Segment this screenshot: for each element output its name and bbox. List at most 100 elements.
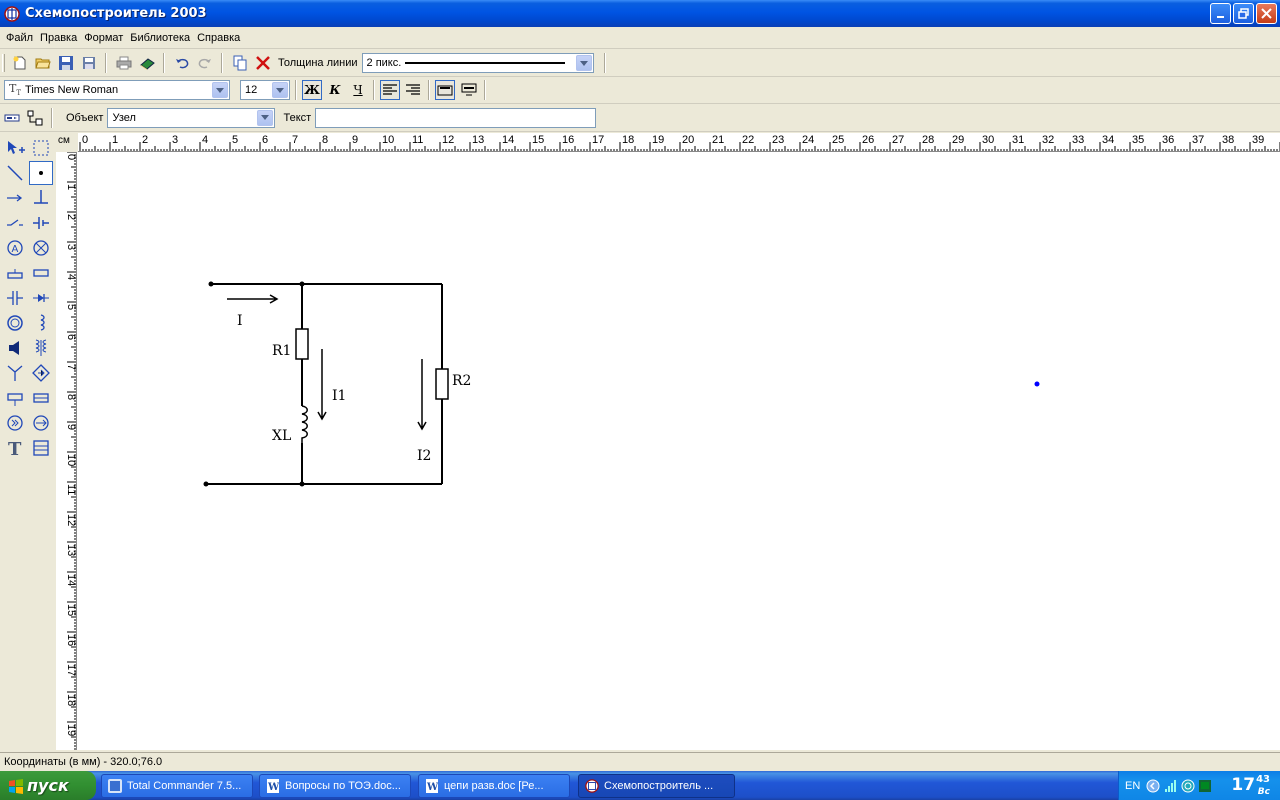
resistor-r2[interactable] — [435, 368, 449, 400]
speaker-tool[interactable] — [3, 336, 27, 360]
redo-button[interactable] — [193, 52, 216, 74]
menu-library[interactable]: Библиотека — [127, 32, 193, 44]
chevron-down-icon[interactable] — [212, 82, 228, 98]
print-button[interactable] — [112, 52, 135, 74]
save-button[interactable] — [54, 52, 77, 74]
task-label: Total Commander 7.5... — [127, 780, 242, 792]
object-select[interactable]: Узел — [107, 107, 276, 128]
resistor-tool[interactable] — [29, 261, 53, 285]
chevron-down-icon[interactable] — [272, 82, 288, 98]
align-left-button[interactable] — [380, 80, 400, 100]
ammeter-tool[interactable]: A — [3, 236, 27, 260]
delete-button[interactable] — [251, 52, 274, 74]
restore-button[interactable] — [1233, 3, 1254, 24]
clock[interactable]: 17 43 Вс — [1231, 775, 1270, 798]
fuse-tool[interactable] — [3, 261, 27, 285]
capacitor-tool[interactable] — [3, 286, 27, 310]
motor-icon — [7, 315, 23, 331]
inductor-xl[interactable] — [301, 405, 308, 443]
object-props-button[interactable] — [0, 107, 23, 129]
label-i2[interactable]: I2 — [417, 448, 431, 464]
network-icon[interactable] — [1181, 779, 1195, 793]
label-i[interactable]: I — [237, 313, 243, 329]
line-tool[interactable] — [3, 161, 27, 185]
resistor-r1[interactable] — [295, 328, 309, 360]
transformer-tool[interactable] — [29, 336, 53, 360]
library-button[interactable] — [135, 52, 158, 74]
minimize-button[interactable] — [1210, 3, 1231, 24]
lamp-tool[interactable] — [29, 236, 53, 260]
align-middle-button[interactable] — [459, 80, 479, 100]
display-icon[interactable] — [1198, 779, 1212, 793]
drawing-canvas[interactable]: I R1 I1 XL R2 I2 — [77, 152, 1280, 750]
menu-help[interactable]: Справка — [194, 32, 243, 44]
toolbar-grip[interactable] — [2, 54, 5, 72]
signal-strength-icon[interactable] — [1164, 779, 1178, 793]
current-source-tool[interactable] — [29, 411, 53, 435]
ruler-label: 3 — [172, 134, 178, 146]
save-all-button[interactable] — [77, 52, 100, 74]
select-tool[interactable] — [3, 136, 27, 160]
ruler-label: 13 — [472, 134, 484, 146]
close-button[interactable] — [1256, 3, 1277, 24]
node-junction-bottom[interactable] — [299, 481, 305, 487]
battery-tool[interactable] — [29, 211, 53, 235]
diode-tool[interactable] — [29, 286, 53, 310]
ruler-label: 16 — [65, 634, 77, 646]
label-r2[interactable]: R2 — [452, 373, 471, 389]
align-right-button[interactable] — [403, 80, 423, 100]
open-button[interactable] — [31, 52, 54, 74]
chevron-down-icon[interactable] — [575, 55, 592, 71]
object-tree-button[interactable] — [23, 107, 46, 129]
line-width-preview — [405, 62, 566, 64]
inductor-tool[interactable] — [29, 311, 53, 335]
menu-format[interactable]: Формат — [81, 32, 126, 44]
menu-file[interactable]: Файл — [3, 32, 36, 44]
new-button[interactable] — [8, 52, 31, 74]
start-button[interactable]: пуск — [0, 771, 96, 800]
bold-button[interactable]: Ж — [302, 80, 322, 100]
underline-button[interactable]: Ч — [348, 80, 368, 100]
arrow-current-i1[interactable] — [317, 349, 327, 421]
node-terminal-top[interactable] — [208, 281, 214, 287]
block-tool[interactable] — [29, 436, 53, 460]
align-top-button[interactable] — [435, 80, 455, 100]
motor-tool[interactable] — [3, 311, 27, 335]
ground-tool[interactable] — [29, 186, 53, 210]
arrow-tool[interactable] — [3, 186, 27, 210]
italic-button[interactable]: К — [325, 80, 345, 100]
node-junction-top[interactable] — [299, 281, 305, 287]
label-i1[interactable]: I1 — [332, 388, 346, 404]
task-schematic-builder[interactable]: Схемопостроитель ... — [578, 774, 735, 798]
rect-select-tool[interactable] — [29, 136, 53, 160]
node-terminal-bottom[interactable] — [203, 481, 209, 487]
tray-expand-icon[interactable] — [1146, 779, 1160, 793]
relay-icon — [7, 393, 23, 406]
chevron-down-icon[interactable] — [257, 109, 274, 126]
undo-button[interactable] — [170, 52, 193, 74]
copy-button[interactable] — [228, 52, 251, 74]
font-size-select[interactable]: 12 — [240, 80, 290, 100]
switch-tool[interactable] — [3, 211, 27, 235]
ruler-label: 17 — [65, 664, 77, 676]
antenna-tool[interactable] — [3, 361, 27, 385]
task-word-questions[interactable]: W Вопросы по ТОЭ.doc... — [259, 774, 411, 798]
language-indicator[interactable]: EN — [1125, 780, 1140, 792]
heater-tool[interactable] — [29, 386, 53, 410]
task-word-circuits[interactable]: W цепи разв.doc [Ре... — [418, 774, 570, 798]
menu-edit[interactable]: Правка — [37, 32, 80, 44]
node-tool[interactable] — [29, 161, 53, 185]
label-r1[interactable]: R1 — [272, 343, 291, 359]
arrow-current-i[interactable] — [227, 294, 279, 304]
generator-tool[interactable] — [3, 411, 27, 435]
relay-tool[interactable] — [3, 386, 27, 410]
line-width-select[interactable]: 2 пикс. — [361, 53, 594, 73]
bridge-tool[interactable] — [29, 361, 53, 385]
text-input[interactable] — [315, 107, 597, 128]
task-total-commander[interactable]: Total Commander 7.5... — [101, 774, 253, 798]
label-xl[interactable]: XL — [272, 428, 291, 444]
arrow-current-i2[interactable] — [417, 359, 427, 431]
font-name-select[interactable]: TT Times New Roman — [4, 80, 230, 100]
selected-node-marker[interactable] — [1034, 381, 1040, 387]
text-tool[interactable]: T — [3, 436, 27, 460]
